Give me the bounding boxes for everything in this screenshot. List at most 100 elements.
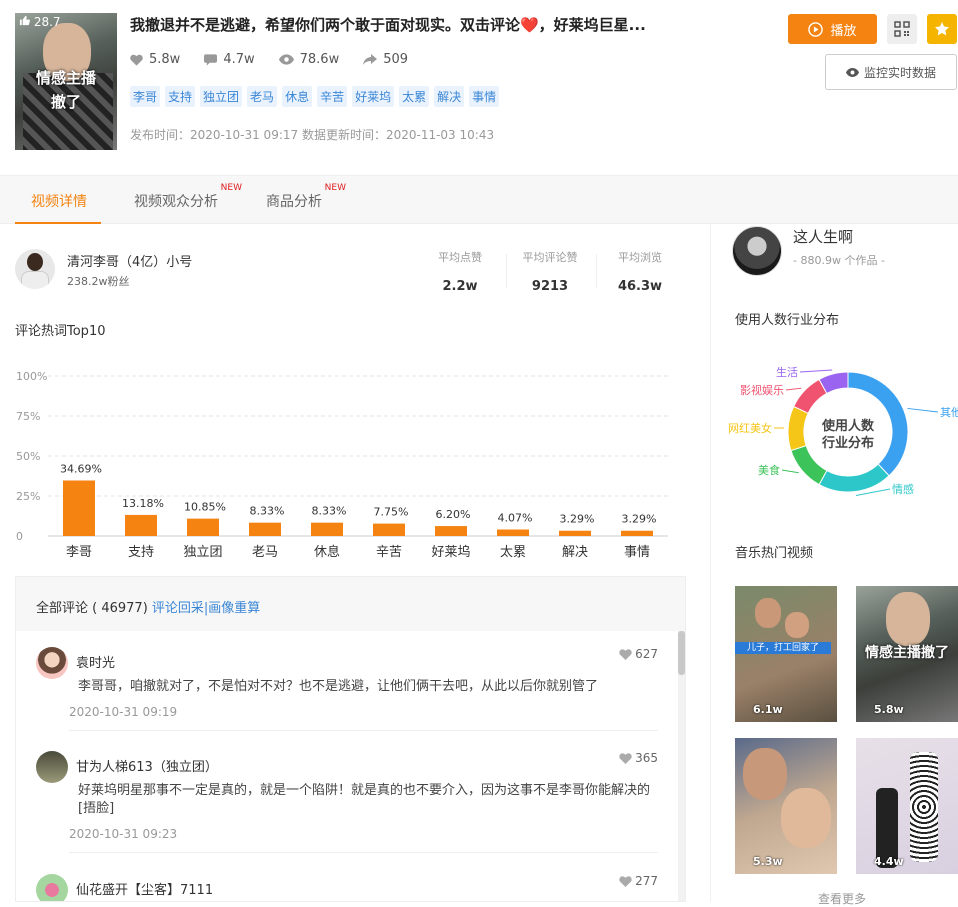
- thumb-caption: 情感主播撤了: [856, 642, 958, 664]
- donut-label: 情感: [892, 483, 914, 496]
- industry-donut-chart: 其他情感美食网红美女影视娱乐生活使用人数行业分布: [718, 352, 958, 512]
- tag[interactable]: 辛苦: [317, 86, 347, 107]
- tab-label: 视频详情: [31, 194, 87, 210]
- hot-video-thumb[interactable]: 情感主播撤了 5.8w: [856, 586, 958, 722]
- x-tick-label: 解决: [562, 545, 588, 560]
- hot-video-thumb[interactable]: 儿子，打工回家了 6.1w: [735, 586, 837, 722]
- see-more-link[interactable]: 查看更多: [818, 890, 866, 907]
- avg-comment-likes-label: 平均评论赞: [510, 249, 590, 265]
- tag[interactable]: 解决: [434, 86, 464, 107]
- tag[interactable]: 好莱坞: [352, 86, 394, 107]
- play-button[interactable]: 播放: [788, 14, 877, 44]
- y-tick-label: 0: [16, 530, 23, 543]
- divider: [596, 254, 597, 288]
- hot-video-thumb[interactable]: 4.4w: [856, 738, 958, 874]
- donut-slice: [819, 464, 889, 492]
- thumb-face: [886, 592, 930, 646]
- donut-label: 生活: [776, 365, 798, 379]
- tag[interactable]: 休息: [282, 86, 312, 107]
- y-tick-label: 75%: [16, 410, 40, 423]
- bar-value-label: 13.18%: [122, 497, 164, 510]
- tag-list: 李哥 支持 独立团 老马 休息 辛苦 好莱坞 太累 解决 事情: [130, 86, 504, 107]
- play-label: 播放: [830, 20, 856, 39]
- likes-value: 5.8w: [149, 52, 180, 67]
- thumb-face: [781, 788, 831, 848]
- author-name[interactable]: 清河李哥（4亿）小号: [67, 251, 192, 270]
- x-tick-label: 好莱坞: [431, 544, 470, 560]
- music-name[interactable]: 这人生啊: [793, 226, 853, 247]
- tab-label: 商品分析: [266, 194, 322, 210]
- comment-user[interactable]: 甘为人梯613（独立团）: [76, 756, 218, 775]
- comment-avatar[interactable]: [36, 874, 68, 902]
- music-avatar[interactable]: [732, 226, 782, 276]
- comments-scrollbar[interactable]: [678, 631, 685, 902]
- avg-views-value: 46.3w: [600, 279, 680, 294]
- bar: [621, 531, 653, 536]
- y-tick-label: 50%: [16, 450, 40, 463]
- thumb-face: [743, 748, 787, 800]
- donut-leader-line: [908, 408, 938, 412]
- author-avatar[interactable]: [15, 249, 55, 289]
- video-title[interactable]: 我撤退并不是逃避，希望你们两个敢于面对现实。双击评论❤️，好莱坞巨星...: [130, 14, 646, 35]
- donut-leader-line: [786, 388, 801, 390]
- comment-likes: 365: [619, 751, 658, 765]
- comment-avatar[interactable]: [36, 751, 68, 783]
- tag[interactable]: 李哥: [130, 86, 160, 107]
- views-value: 78.6w: [300, 52, 340, 67]
- tab-video-detail[interactable]: 视频详情: [31, 191, 87, 211]
- comment-user[interactable]: 袁时光: [76, 652, 115, 671]
- heart-icon: [130, 54, 143, 66]
- comments-recrawl-link[interactable]: 评论回采|画像重算: [152, 601, 260, 616]
- hot-videos-title: 音乐热门视频: [735, 542, 813, 561]
- donut-label: 影视娱乐: [740, 383, 784, 397]
- comment-separator: [69, 730, 658, 731]
- comment-item: 甘为人梯613（独立团） 365 好莱坞明星那事不一定是真的，就是一个陷阱！就是…: [36, 751, 658, 861]
- x-tick-label: 李哥: [66, 545, 92, 560]
- donut-leader-line: [800, 370, 832, 372]
- x-tick-label: 辛苦: [376, 544, 402, 560]
- bar-value-label: 34.69%: [60, 462, 102, 475]
- tag[interactable]: 独立团: [200, 86, 242, 107]
- new-badge: NEW: [221, 183, 242, 193]
- thumb-caption: 儿子，打工回家了: [735, 642, 831, 654]
- donut-leader-line: [782, 470, 799, 473]
- monitor-realtime-button[interactable]: 监控实时数据: [825, 54, 957, 90]
- tab-audience-analysis[interactable]: 视频观众分析NEW: [134, 191, 218, 211]
- thumb-figure: [910, 752, 938, 862]
- hot-video-thumb[interactable]: 5.3w: [735, 738, 837, 874]
- author-fans: 238.2w粉丝: [67, 273, 130, 289]
- qrcode-button[interactable]: [887, 14, 917, 44]
- donut-center-label: 行业分布: [821, 435, 874, 451]
- y-tick-label: 100%: [16, 370, 47, 383]
- comments-count: 全部评论 ( 46977): [36, 601, 148, 616]
- bar: [373, 524, 405, 536]
- cover-caption-line1: 情感主播: [15, 67, 117, 88]
- heart-icon: [619, 649, 632, 660]
- video-cover[interactable]: 28.7 情感主播 撤了: [15, 13, 117, 150]
- tag[interactable]: 支持: [165, 86, 195, 107]
- comment-likes-value: 627: [635, 647, 658, 661]
- comment-date: 2020-10-31 09:23: [69, 827, 177, 841]
- hot-words-chart: 025%50%75%100%34.69%李哥13.18%支持10.85%独立团8…: [0, 360, 690, 570]
- donut-slice: [791, 446, 827, 485]
- tag[interactable]: 事情: [469, 86, 499, 107]
- tag[interactable]: 老马: [247, 86, 277, 107]
- tab-product-analysis[interactable]: 商品分析NEW: [266, 191, 322, 211]
- bar: [559, 531, 591, 536]
- tab-bar: 视频详情 视频观众分析NEW 商品分析NEW: [0, 175, 958, 224]
- likes-stat: 5.8w: [130, 52, 180, 67]
- thumb-face: [785, 612, 809, 638]
- tag[interactable]: 太累: [399, 86, 429, 107]
- donut-slice: [788, 406, 808, 450]
- star-icon: [934, 21, 950, 37]
- donut-label: 网红美女: [728, 421, 772, 435]
- video-stats: 5.8w 4.7w 78.6w 509: [130, 52, 432, 67]
- comment-user[interactable]: 仙花盛开【尘客】7111: [76, 879, 213, 898]
- share-icon: [363, 54, 377, 65]
- avg-comment-likes-value: 9213: [510, 279, 590, 294]
- favorite-button[interactable]: [927, 14, 957, 44]
- scrollbar-thumb[interactable]: [678, 631, 685, 675]
- cover-caption-line2: 撤了: [15, 91, 117, 112]
- avg-likes-value: 2.2w: [420, 279, 500, 294]
- comment-avatar[interactable]: [36, 647, 68, 679]
